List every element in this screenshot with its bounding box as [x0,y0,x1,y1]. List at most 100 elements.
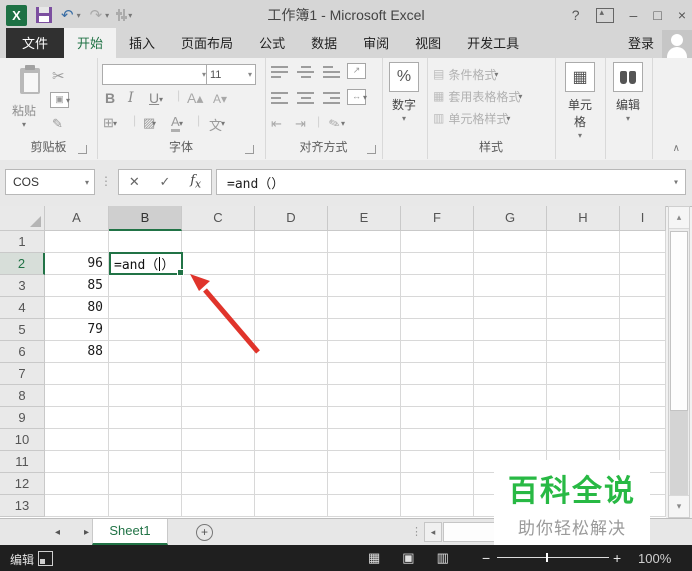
cell-E11[interactable] [328,451,401,473]
cell-E5[interactable] [328,319,401,341]
fill-handle[interactable] [177,269,184,276]
cell-H1[interactable] [547,231,620,253]
cell-G5[interactable] [474,319,547,341]
borders-dropdown-icon[interactable]: ▾ [113,119,117,128]
column-header-D[interactable]: D [255,206,328,231]
conditional-formatting-button[interactable]: ▤ 条件格式 ▾ [433,65,498,83]
sheet-nav-next-icon[interactable]: ▸ [84,527,89,538]
tab-insert[interactable]: 插入 [116,28,168,58]
alignment-dialog-launcher-icon[interactable] [367,145,376,154]
cell-I6[interactable] [620,341,666,363]
cell-I1[interactable] [620,231,666,253]
cell-G4[interactable] [474,297,547,319]
sign-in-link[interactable]: 登录 [620,28,662,58]
cell-E9[interactable] [328,407,401,429]
bold-button[interactable]: B [105,90,115,106]
cell-B1[interactable] [109,231,182,253]
cell-B10[interactable] [109,429,182,451]
underline-button[interactable]: U [149,90,159,106]
cell-G6[interactable] [474,341,547,363]
cell-C3[interactable] [182,275,255,297]
confirm-entry-icon[interactable]: ✓ [160,174,171,190]
cells-button[interactable]: ▦ 单元格 ▾ [563,62,597,140]
cell-C1[interactable] [182,231,255,253]
cancel-entry-icon[interactable]: ✕ [129,174,140,190]
cell-C5[interactable] [182,319,255,341]
cell-F4[interactable] [401,297,474,319]
cell-I8[interactable] [620,385,666,407]
sheet-tab-sheet1[interactable]: Sheet1 [92,519,168,545]
font-color-dropdown-icon[interactable]: ▾ [179,119,183,128]
decrease-indent-icon[interactable]: ⇤ [271,116,282,132]
cell-F5[interactable] [401,319,474,341]
phonetic-dropdown-icon[interactable]: ▾ [221,119,225,128]
tab-file[interactable]: 文件 [6,28,65,58]
column-header-G[interactable]: G [474,206,547,231]
row-header-13[interactable]: 13 [0,495,45,517]
tab-formulas[interactable]: 公式 [246,28,298,58]
page-break-view-icon[interactable]: ▥ [437,550,449,566]
formula-input[interactable]: =and（） ▾ [216,169,686,195]
bottom-align-icon[interactable] [323,66,340,78]
cell-A10[interactable] [45,429,109,451]
expand-formula-bar-icon[interactable]: ▾ [673,177,679,188]
row-header-11[interactable]: 11 [0,451,45,473]
cell-D7[interactable] [255,363,328,385]
cell-B12[interactable] [109,473,182,495]
clipboard-dialog-launcher-icon[interactable] [78,145,87,154]
cell-E13[interactable] [328,495,401,517]
cell-B7[interactable] [109,363,182,385]
orientation-icon[interactable]: ↗ [347,63,366,79]
row-header-4[interactable]: 4 [0,297,45,319]
cell-I7[interactable] [620,363,666,385]
select-all-button[interactable] [0,206,45,231]
cell-D5[interactable] [255,319,328,341]
cell-H3[interactable] [547,275,620,297]
cell-E6[interactable] [328,341,401,363]
cell-D10[interactable] [255,429,328,451]
cell-A9[interactable] [45,407,109,429]
cell-C2[interactable] [182,253,255,275]
cell-H4[interactable] [547,297,620,319]
cell-E1[interactable] [328,231,401,253]
zoom-slider-thumb[interactable] [546,553,548,562]
minimize-button[interactable]: – [630,7,638,23]
cell-A11[interactable] [45,451,109,473]
cell-H8[interactable] [547,385,620,407]
normal-view-icon[interactable]: ▦ [368,550,380,566]
page-layout-view-icon[interactable]: ▣ [402,550,414,566]
cell-A6[interactable]: 88 [45,341,109,363]
tab-home[interactable]: 开始 [64,28,117,58]
cell-E8[interactable] [328,385,401,407]
cell-G10[interactable] [474,429,547,451]
cell-A8[interactable] [45,385,109,407]
cell-G8[interactable] [474,385,547,407]
column-header-A[interactable]: A [45,206,109,231]
cell-C11[interactable] [182,451,255,473]
sheet-nav-prev-icon[interactable]: ◂ [55,527,60,538]
wrap-text-icon[interactable]: ✎ [327,115,343,134]
name-box-dropdown-icon[interactable]: ▾ [85,178,89,187]
cell-H10[interactable] [547,429,620,451]
cell-F7[interactable] [401,363,474,385]
cell-I10[interactable] [620,429,666,451]
cell-F12[interactable] [401,473,474,495]
cells-dropdown-icon[interactable]: ▾ [563,131,597,140]
paste-button[interactable]: 粘贴 ▾ [6,62,42,129]
tab-view[interactable]: 视图 [402,28,454,58]
cell-I3[interactable] [620,275,666,297]
cell-H6[interactable] [547,341,620,363]
cell-B6[interactable] [109,341,182,363]
align-right-icon[interactable] [323,92,340,104]
cell-B9[interactable] [109,407,182,429]
cell-A7[interactable] [45,363,109,385]
editing-dropdown-icon[interactable]: ▾ [612,114,644,123]
cell-D2[interactable] [255,253,328,275]
row-header-5[interactable]: 5 [0,319,45,341]
font-dialog-launcher-icon[interactable] [245,145,254,154]
editing-cell[interactable]: =and（） [109,252,184,276]
cell-C13[interactable] [182,495,255,517]
column-header-B[interactable]: B [109,206,182,231]
user-avatar[interactable] [662,30,692,58]
cell-D12[interactable] [255,473,328,495]
